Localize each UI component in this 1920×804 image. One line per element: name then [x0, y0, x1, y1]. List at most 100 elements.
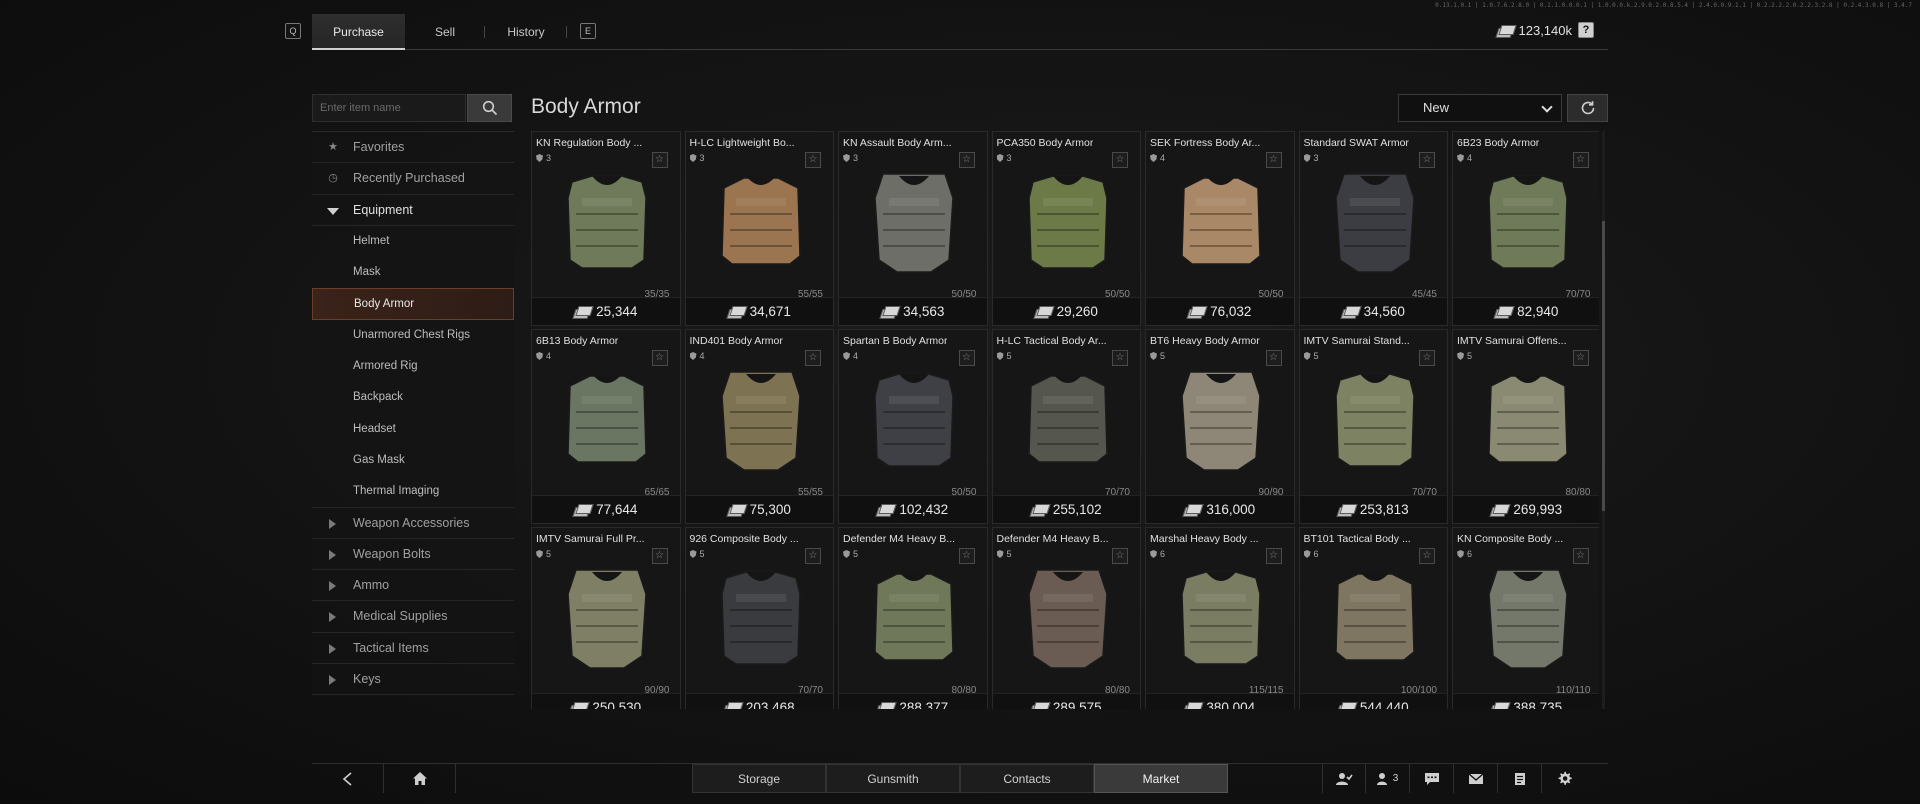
sidebar-item-unarmored-chest-rigs[interactable]: Unarmored Chest Rigs: [312, 320, 514, 351]
search-input[interactable]: [312, 94, 466, 122]
sidebar-item-body-armor[interactable]: Body Armor: [312, 288, 514, 320]
body-armor-icon: [874, 372, 954, 467]
price-value: 102,432: [899, 502, 949, 517]
sidebar-item-thermal-imaging[interactable]: Thermal Imaging: [312, 476, 514, 508]
help-button[interactable]: ?: [1578, 22, 1594, 38]
squad-button[interactable]: [1322, 764, 1366, 793]
category-sidebar: ★ Favorites ◷ Recently Purchased Equipme…: [312, 131, 514, 696]
item-card[interactable]: H-LC Lightweight Bo... 3 ☆ 55/55 34,671: [684, 131, 834, 326]
chat-icon: [1424, 772, 1439, 785]
money-icon: [877, 504, 893, 515]
armor-class-value: 3: [853, 153, 859, 163]
item-card[interactable]: KN Composite Body ... 6 ☆ 110/110 388,73…: [1452, 527, 1599, 709]
squad-icon: [1336, 772, 1353, 785]
armor-class-value: 3: [546, 153, 552, 163]
tab-history[interactable]: History: [490, 14, 562, 50]
grid-scrollbar[interactable]: [1602, 131, 1605, 709]
item-name: Standard SWAT Armor: [1303, 137, 1409, 149]
sidebar-item-medical-supplies[interactable]: Medical Supplies: [312, 601, 514, 633]
item-name: 6B13 Body Armor: [536, 335, 619, 347]
collapsed-caret-icon: [329, 549, 336, 560]
armor-class: 3: [996, 153, 1012, 163]
sidebar-item-tactical-items[interactable]: Tactical Items: [312, 633, 514, 665]
sidebar-item-favorites[interactable]: ★ Favorites: [312, 132, 514, 164]
price-tag: 388,735: [1453, 693, 1599, 709]
item-card[interactable]: BT101 Tactical Body ... 6 ☆ 100/100 544,…: [1298, 527, 1448, 709]
price-tag: 75,300: [685, 495, 833, 523]
shield-icon: [1303, 154, 1311, 162]
item-card[interactable]: Spartan B Body Armor 4 ☆ 50/50 102,432: [838, 329, 988, 524]
sidebar-item-label: Favorites: [353, 140, 405, 154]
sidebar-item-keys[interactable]: Keys: [312, 664, 514, 696]
nav-tab-storage[interactable]: Storage: [692, 764, 826, 793]
sidebar-item-weapon-bolts[interactable]: Weapon Bolts: [312, 539, 514, 571]
shield-icon: [536, 352, 543, 360]
star-icon: ☆: [1269, 352, 1278, 363]
item-card[interactable]: Defender M4 Heavy B... 5 ☆ 80/80 288,377: [838, 527, 988, 709]
item-card[interactable]: Marshal Heavy Body ... 6 ☆ 115/115 380,0…: [1145, 527, 1295, 709]
item-card[interactable]: BT6 Heavy Body Armor 5 ☆ 90/90 316,000: [1145, 329, 1295, 524]
key-hint-e: E: [580, 23, 596, 39]
body-armor-icon: [1334, 571, 1415, 661]
tab-sell[interactable]: Sell: [410, 14, 480, 50]
sidebar-item-weapon-accessories[interactable]: Weapon Accessories: [312, 508, 514, 539]
sidebar-item-headset[interactable]: Headset: [312, 414, 514, 445]
refresh-button[interactable]: [1567, 94, 1608, 122]
item-card[interactable]: IND401 Body Armor 4 ☆ 55/55 75,300: [684, 329, 834, 524]
item-card[interactable]: Standard SWAT Armor 3 ☆ 45/45 34,560: [1298, 131, 1448, 326]
sort-dropdown[interactable]: New: [1398, 94, 1562, 122]
sidebar-item-armored-rig[interactable]: Armored Rig: [312, 351, 514, 382]
sidebar-item-backpack[interactable]: Backpack: [312, 382, 514, 413]
item-card[interactable]: IMTV Samurai Offens... 5 ☆ 80/80 269,993: [1452, 329, 1599, 524]
item-card[interactable]: PCA350 Body Armor 3 ☆ 50/50 29,260: [991, 131, 1141, 326]
item-card[interactable]: SEK Fortress Body Ar... 4 ☆ 50/50 76,032: [1145, 131, 1295, 326]
shield-icon: [843, 154, 850, 162]
item-name: KN Assault Body Arm...: [843, 137, 952, 149]
price-value: 75,300: [749, 502, 791, 517]
search-button[interactable]: [467, 94, 512, 122]
item-card[interactable]: Defender M4 Heavy B... 5 ☆ 80/80 289,575: [991, 527, 1141, 709]
friends-button[interactable]: 3: [1366, 764, 1410, 793]
sidebar-item-equipment[interactable]: Equipment: [312, 195, 514, 226]
item-card[interactable]: 6B13 Body Armor 4 ☆ 65/65 77,644: [531, 329, 681, 524]
price-value: 203,468: [745, 700, 795, 709]
chevron-down-icon: [1541, 101, 1553, 113]
sidebar-item-recently-purchased[interactable]: ◷ Recently Purchased: [312, 163, 514, 195]
star-icon: ☆: [655, 154, 664, 165]
sidebar-item-ammo[interactable]: Ammo: [312, 570, 514, 602]
item-card[interactable]: IMTV Samurai Stand... 5 ☆ 70/70 253,813: [1298, 329, 1448, 524]
body-armor-icon: [874, 571, 954, 661]
tab-purchase[interactable]: Purchase: [312, 14, 405, 50]
armor-class-value: 5: [1006, 351, 1012, 361]
settings-button[interactable]: [1542, 764, 1586, 793]
notes-button[interactable]: [1498, 764, 1542, 793]
nav-tab-gunsmith[interactable]: Gunsmith: [826, 764, 960, 793]
sidebar-item-gas-mask[interactable]: Gas Mask: [312, 445, 514, 476]
nav-tab-contacts[interactable]: Contacts: [960, 764, 1094, 793]
price-value: 253,813: [1359, 502, 1409, 517]
item-card[interactable]: H-LC Tactical Body Ar... 5 ☆ 70/70 255,1…: [991, 329, 1141, 524]
expanded-caret-icon: [327, 207, 339, 215]
shield-icon: [689, 352, 697, 360]
item-card[interactable]: KN Regulation Body ... 3 ☆ 35/35 25,344: [531, 131, 681, 326]
money-icon: [1184, 702, 1200, 709]
mail-button[interactable]: [1454, 764, 1498, 793]
item-card[interactable]: KN Assault Body Arm... 3 ☆ 50/50 34,563: [838, 131, 988, 326]
sidebar-item-mask[interactable]: Mask: [312, 257, 514, 288]
money-icon: [728, 504, 744, 515]
armor-class: 5: [1303, 351, 1319, 361]
money-icon: [574, 306, 590, 317]
chat-button[interactable]: [1410, 764, 1454, 793]
item-card[interactable]: 6B23 Body Armor 4 ☆ 70/70 82,940: [1452, 131, 1599, 326]
nav-tab-market[interactable]: Market: [1094, 764, 1228, 793]
item-card[interactable]: 926 Composite Body ... 5 ☆ 70/70 203,468: [684, 527, 834, 709]
item-name: PCA350 Body Armor: [996, 137, 1094, 149]
shield-icon: [1457, 550, 1464, 558]
item-name: Spartan B Body Armor: [843, 335, 948, 347]
sidebar-item-helmet[interactable]: Helmet: [312, 226, 514, 257]
back-button[interactable]: [312, 764, 384, 793]
scrollbar-thumb[interactable]: [1602, 221, 1605, 511]
home-button[interactable]: [384, 764, 456, 793]
item-image: [1156, 364, 1286, 479]
item-card[interactable]: IMTV Samurai Full Pr... 5 ☆ 90/90 250,53…: [531, 527, 681, 709]
